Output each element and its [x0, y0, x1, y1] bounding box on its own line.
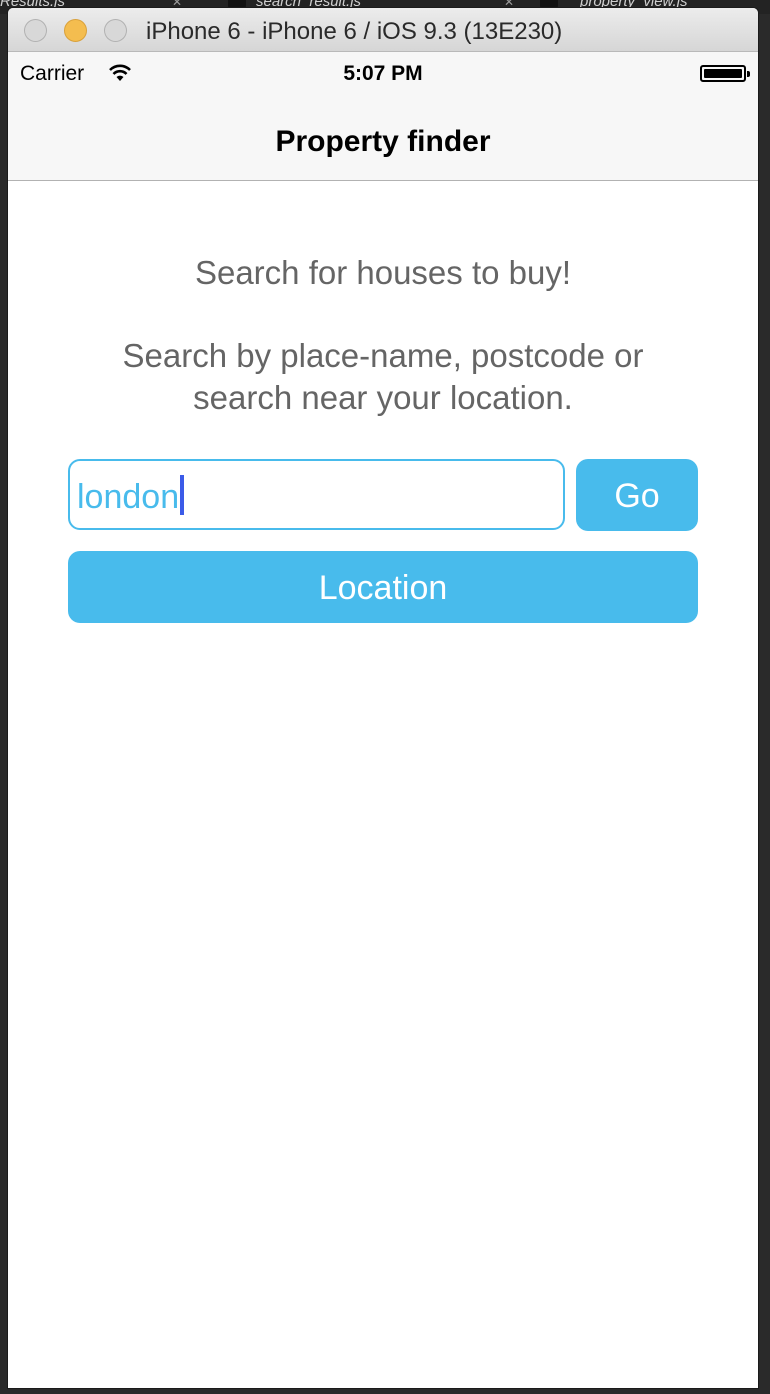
search-input-value: london [77, 478, 180, 516]
search-instructions: Search by place-name, postcode or search… [8, 335, 758, 419]
search-input[interactable]: london [68, 459, 565, 530]
page-title: Property finder [275, 125, 491, 158]
search-instructions-line: Search by place-name, postcode or [122, 337, 644, 374]
status-time: 5:07 PM [343, 62, 423, 85]
simulator-window: iPhone 6 - iPhone 6 / iOS 9.3 (13E230) C… [8, 8, 758, 1388]
search-page: Search for houses to buy! Search by plac… [8, 182, 758, 1388]
text-cursor [180, 475, 185, 515]
window-title: iPhone 6 - iPhone 6 / iOS 9.3 (13E230) [146, 18, 563, 45]
navigation-bar: Property finder [8, 92, 758, 181]
status-bar: Carrier 5:07 PM [8, 52, 758, 92]
battery-icon [700, 65, 750, 82]
close-window-button[interactable] [24, 19, 47, 42]
zoom-window-button[interactable] [104, 19, 127, 42]
go-button[interactable]: Go [576, 459, 698, 531]
search-instructions-line: search near your location. [193, 379, 573, 416]
minimize-window-button[interactable] [64, 19, 87, 42]
search-heading: Search for houses to buy! [194, 254, 572, 291]
window-titlebar[interactable]: iPhone 6 - iPhone 6 / iOS 9.3 (13E230) [8, 8, 758, 52]
location-button[interactable]: Location [68, 551, 698, 623]
